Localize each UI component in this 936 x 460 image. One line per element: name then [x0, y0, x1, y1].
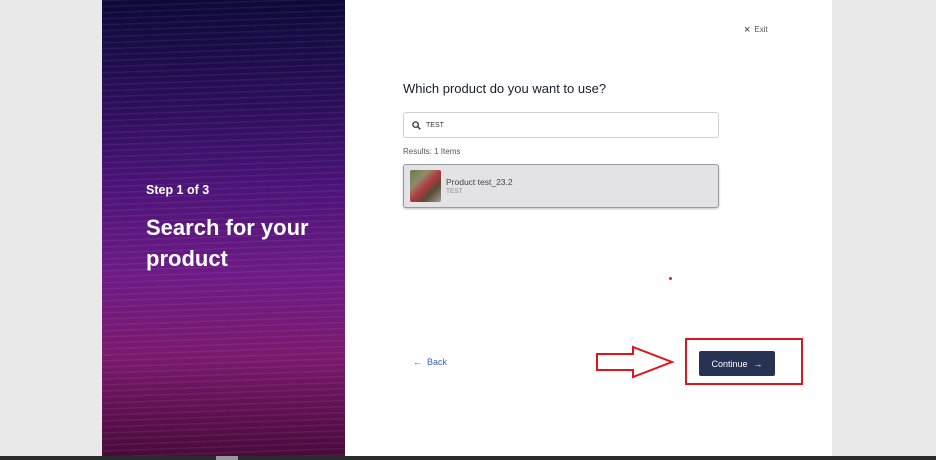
close-icon: × — [744, 23, 751, 36]
results-count: Results: 1 Items — [403, 147, 461, 156]
product-subtitle: TEST — [446, 188, 463, 195]
step-sidebar: Step 1 of 3 Search for your product — [102, 0, 345, 456]
exit-button[interactable]: × Exit — [744, 23, 768, 36]
exit-label: Exit — [754, 25, 768, 34]
wizard-modal: Step 1 of 3 Search for your product × Ex… — [102, 0, 832, 456]
page-question: Which product do you want to use? — [403, 81, 607, 96]
continue-button[interactable]: Continue → — [699, 351, 775, 376]
continue-label: Continue — [711, 358, 748, 369]
arrow-left-icon: ← — [413, 357, 422, 367]
product-thumbnail — [410, 170, 441, 202]
step-indicator: Step 1 of 3 — [146, 183, 210, 197]
back-button[interactable]: ← Back — [413, 357, 447, 367]
back-label: Back — [427, 357, 448, 367]
search-input[interactable] — [426, 121, 706, 129]
result-item[interactable]: Product test_23.2 TEST — [403, 164, 719, 208]
taskbar-indicator — [216, 456, 238, 460]
annotation-arrow-icon — [596, 345, 675, 379]
step-title: Search for your product — [146, 215, 309, 271]
taskbar-edge — [0, 456, 936, 460]
product-name: Product test_23.2 — [446, 177, 513, 187]
arrow-right-icon: → — [753, 358, 763, 369]
cursor-dot — [669, 277, 672, 280]
search-icon — [412, 120, 421, 130]
search-field[interactable] — [403, 112, 719, 138]
